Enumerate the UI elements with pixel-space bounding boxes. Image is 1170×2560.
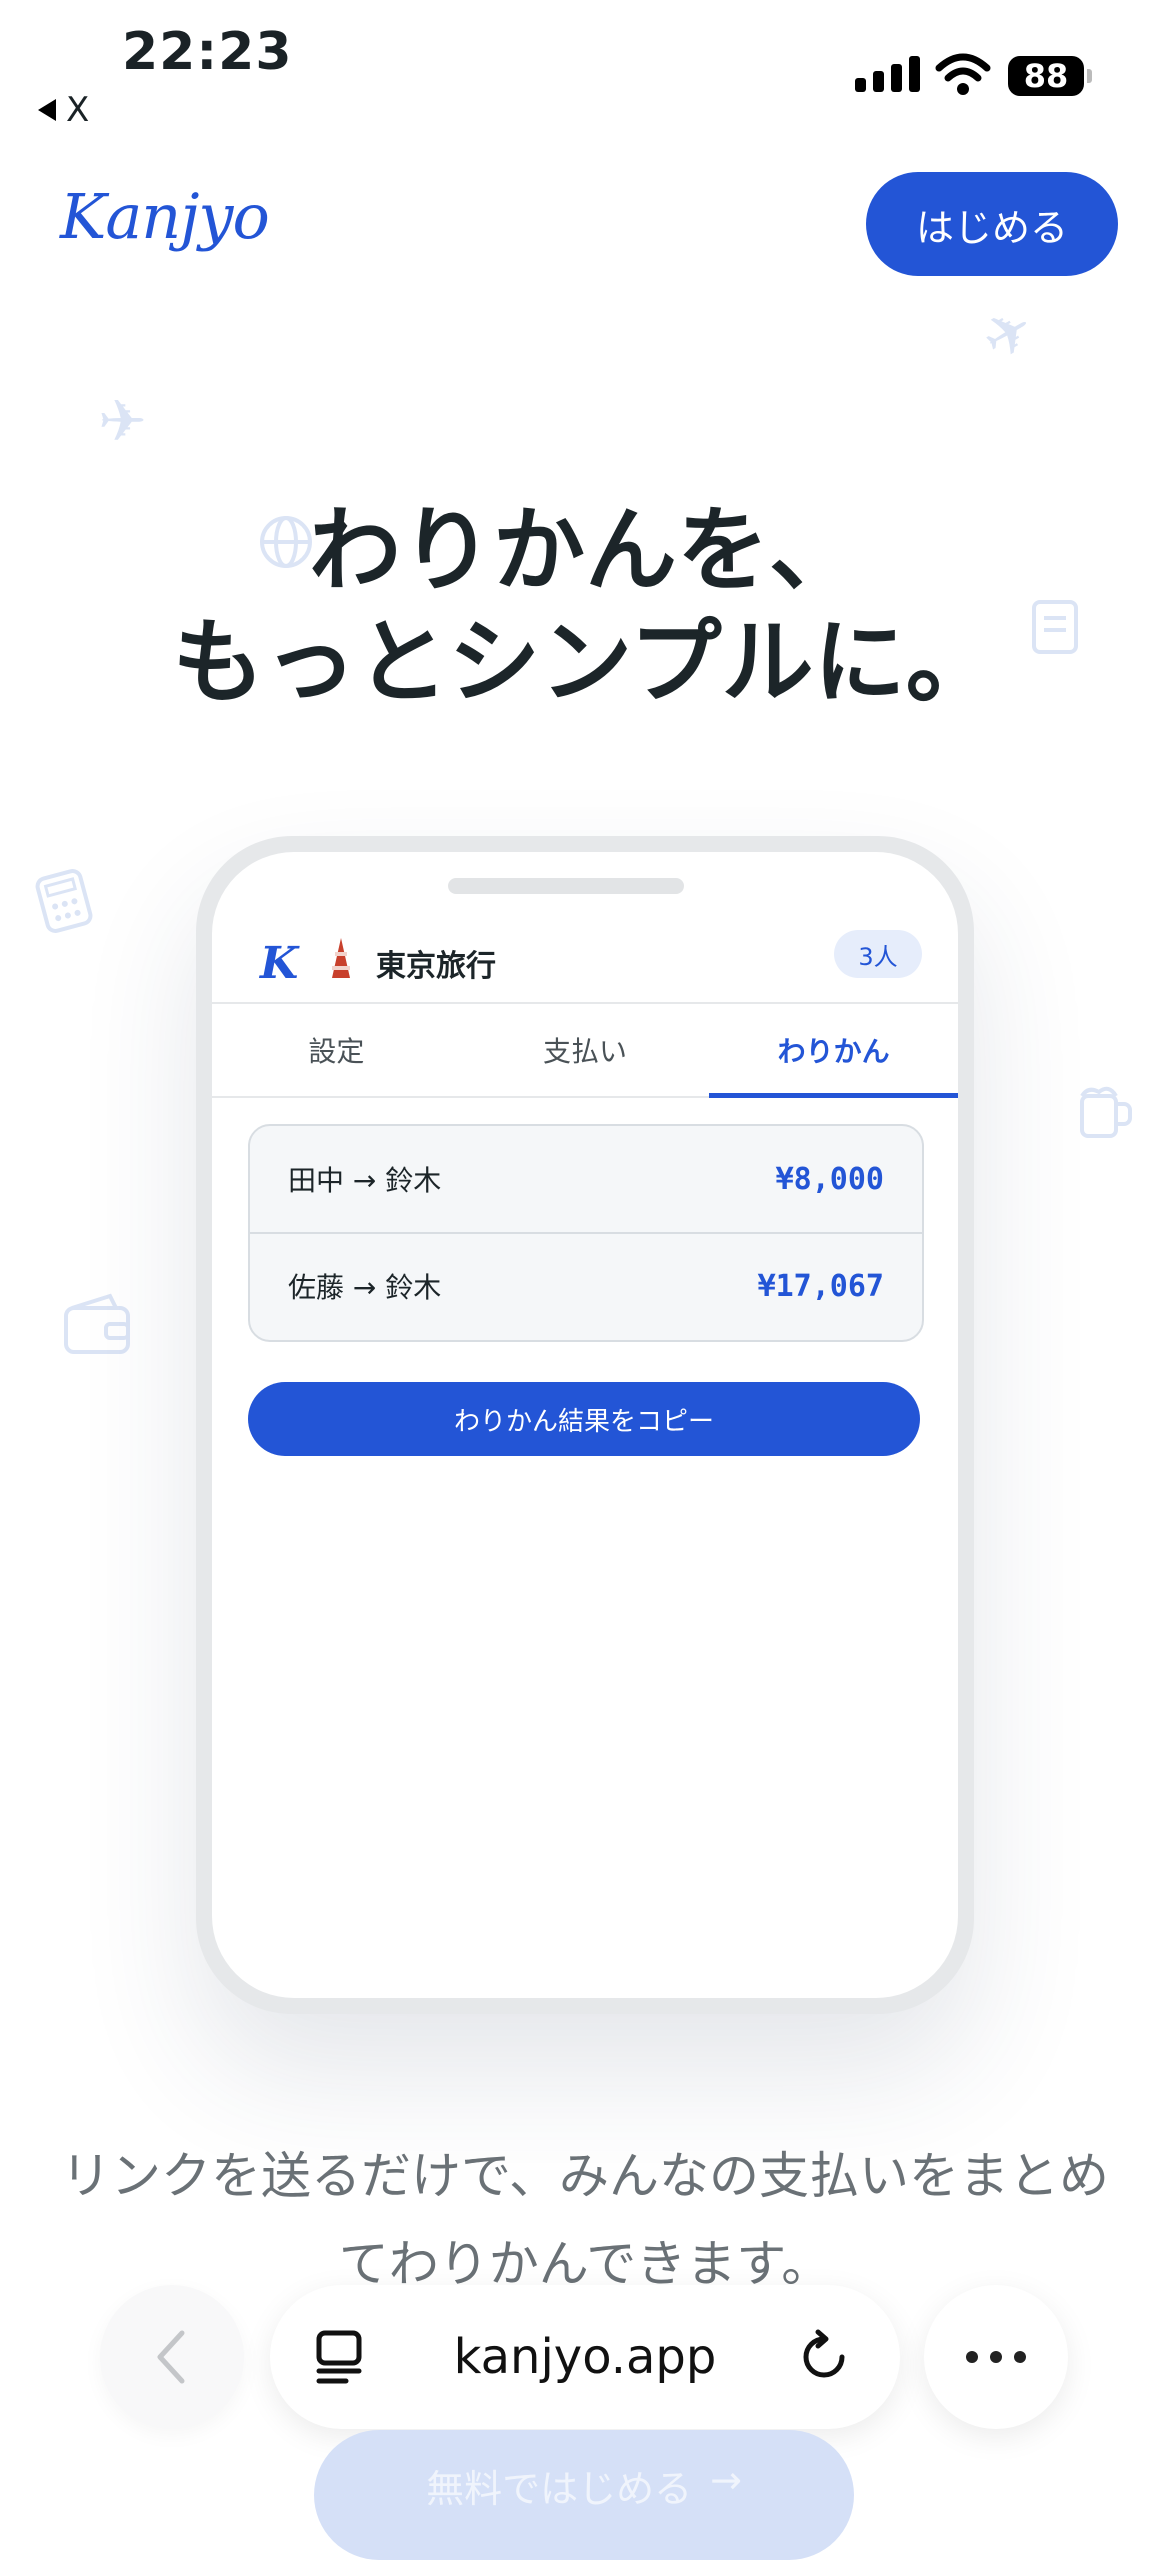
browser-toolbar: kanjyo.app bbox=[0, 2285, 1170, 2429]
back-to-app-button[interactable]: X bbox=[38, 90, 89, 130]
phone-notch bbox=[448, 878, 684, 894]
reader-mode-icon[interactable] bbox=[314, 2329, 364, 2385]
app-preview-tabs: 設定 支払い わりかん bbox=[212, 1002, 958, 1098]
settlement-pair: 田中 → 鈴木 bbox=[288, 1164, 442, 1197]
tab-split[interactable]: わりかん bbox=[709, 1004, 958, 1098]
wifi-icon bbox=[935, 53, 991, 95]
settlement-amount: ¥17,067 bbox=[757, 1268, 884, 1304]
calculator-icon bbox=[35, 869, 93, 941]
cellular-signal-icon bbox=[855, 56, 920, 92]
ellipsis-icon bbox=[966, 2351, 1026, 2363]
url-text[interactable]: kanjyo.app bbox=[400, 2285, 770, 2429]
kanjyo-k-icon: K bbox=[260, 937, 299, 989]
tab-payments[interactable]: 支払い bbox=[461, 1004, 710, 1096]
hero-title-line-1: わりかんを、 bbox=[308, 497, 861, 604]
status-time: 22:23 bbox=[122, 22, 293, 82]
reload-icon[interactable] bbox=[796, 2329, 852, 2385]
member-count-badge: 3人 bbox=[834, 930, 922, 978]
settlement-amount: ¥8,000 bbox=[775, 1161, 884, 1197]
arrow-right-icon: → bbox=[710, 2458, 742, 2502]
hero-description: リンクを送るだけで、みんなの支払いをまとめてわりかんできます。 bbox=[61, 2147, 1109, 2293]
battery-indicator: 88 bbox=[1008, 56, 1092, 96]
tokyo-tower-icon bbox=[314, 936, 368, 990]
hero-title-line-2: もっとシンプルに。 bbox=[172, 609, 998, 716]
hero-title: わりかんを、 もっとシンプルに。 bbox=[0, 495, 1170, 719]
trip-title: 東京旅行 bbox=[376, 949, 496, 984]
chevron-left-icon bbox=[157, 2330, 185, 2384]
airplane-icon: ✈ bbox=[98, 387, 147, 455]
back-triangle-icon bbox=[38, 99, 56, 121]
settlement-row: 田中 → 鈴木 ¥8,000 bbox=[250, 1126, 922, 1232]
browser-back-button[interactable] bbox=[100, 2285, 244, 2429]
settlement-pair: 佐藤 → 鈴木 bbox=[288, 1271, 442, 1304]
free-start-label: 無料ではじめる bbox=[426, 2467, 693, 2511]
status-bar: 22:23 X 88 bbox=[0, 0, 1170, 130]
airplane-outline-icon: ✈ bbox=[970, 292, 1047, 376]
copy-result-button[interactable]: わりかん結果をコピー bbox=[248, 1382, 920, 1456]
app-preview-header: K 東京旅行 bbox=[260, 930, 920, 996]
beer-mug-icon bbox=[1074, 1082, 1134, 1151]
wallet-icon bbox=[60, 1290, 134, 1373]
settlement-row: 佐藤 → 鈴木 ¥17,067 bbox=[250, 1232, 922, 1338]
back-app-label: X bbox=[66, 90, 90, 130]
more-options-button[interactable] bbox=[924, 2285, 1068, 2429]
free-start-button[interactable]: 無料ではじめる → bbox=[314, 2430, 854, 2560]
start-button[interactable]: はじめる bbox=[866, 172, 1118, 276]
settlement-list: 田中 → 鈴木 ¥8,000 佐藤 → 鈴木 ¥17,067 bbox=[248, 1124, 924, 1342]
tab-settings[interactable]: 設定 bbox=[212, 1004, 461, 1096]
kanjyo-logo[interactable]: Kanjyo bbox=[60, 180, 270, 253]
